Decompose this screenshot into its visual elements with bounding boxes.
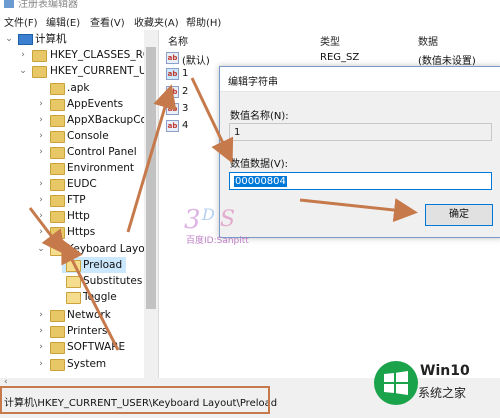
annotation-highlight-box [0,386,270,414]
annotation-layer [28,77,418,351]
annotation-arrow [28,207,66,255]
annotation-arrow [126,84,177,233]
annotation-arrow [299,198,418,223]
annotation-arrow [61,238,120,351]
logo-subtext: 系统之家 [418,386,467,400]
annotation-arrow [190,77,234,164]
logo-text: Win10 [420,363,470,379]
